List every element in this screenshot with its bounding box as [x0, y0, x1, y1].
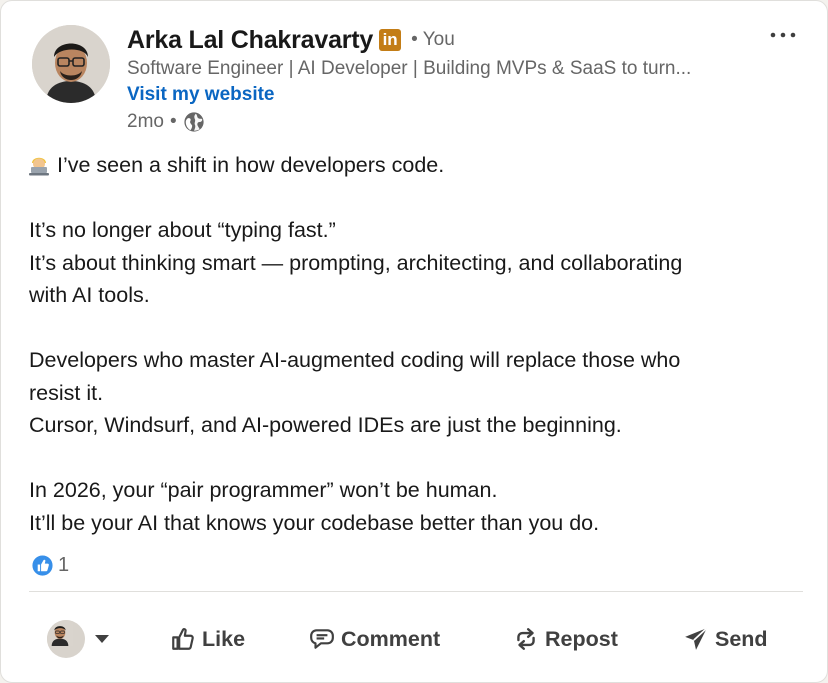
reactions-summary[interactable]: 1 [31, 554, 69, 577]
globe-icon [184, 112, 204, 132]
author-row: Arka Lal Chakravarty in • You [127, 23, 455, 57]
like-label: Like [202, 626, 246, 651]
repost-button[interactable]: Repost [513, 607, 618, 671]
comment-icon [310, 629, 334, 649]
post-text: I’ve seen a shift in how developers code… [29, 149, 799, 539]
meta-separator: • [169, 111, 177, 132]
send-button[interactable]: Send [683, 607, 768, 671]
like-button[interactable]: Like [170, 607, 245, 671]
actor-avatar [47, 620, 85, 658]
post-line-text: I’ve seen a shift in how developers code… [57, 153, 445, 177]
author-name[interactable]: Arka Lal Chakravarty [127, 26, 373, 55]
repost-label: Repost [545, 626, 618, 651]
post-timestamp: 2mo [127, 111, 164, 132]
thumbs-up-icon [172, 628, 194, 650]
post-as-selector[interactable] [47, 607, 109, 671]
post-line: It’s about thinking smart — prompting, a… [29, 250, 683, 275]
post-line: resist it. [29, 380, 104, 405]
repost-icon [517, 628, 535, 650]
send-label: Send [715, 626, 768, 651]
like-reaction-icon [31, 554, 54, 577]
comment-label: Comment [341, 626, 441, 651]
author-headline: Software Engineer | AI Developer | Build… [127, 58, 692, 79]
action-bar: Like Comment Repost Send [29, 607, 803, 671]
post-line: with AI tools. [29, 283, 150, 307]
divider [29, 591, 803, 592]
relation-label: • You [411, 29, 455, 50]
post-card: Arka Lal Chakravarty in • You Software E… [0, 0, 828, 683]
post-line: It’s no longer about “typing fast.” [29, 218, 336, 242]
post-line: I’ve seen a shift in how developers code… [29, 149, 799, 182]
post-line: Developers who master AI-augmented codin… [29, 348, 681, 372]
post-line: Cursor, Windsurf, and AI-powered IDEs ar… [29, 413, 622, 437]
comment-button[interactable]: Comment [309, 607, 440, 671]
post-meta: 2mo • [127, 111, 205, 133]
chevron-down-icon [95, 635, 109, 643]
reaction-count: 1 [58, 554, 70, 576]
author-avatar[interactable] [32, 25, 110, 103]
post-line: It’ll be your AI that knows your codebas… [29, 510, 600, 535]
send-icon [685, 627, 708, 650]
visit-website-link[interactable]: Visit my website [127, 84, 275, 106]
linkedin-premium-badge-icon: in [379, 29, 402, 51]
post-line: In 2026, your “pair programmer” won’t be… [29, 478, 498, 502]
more-options-icon[interactable] [763, 25, 803, 49]
technologist-emoji-icon [29, 153, 49, 176]
